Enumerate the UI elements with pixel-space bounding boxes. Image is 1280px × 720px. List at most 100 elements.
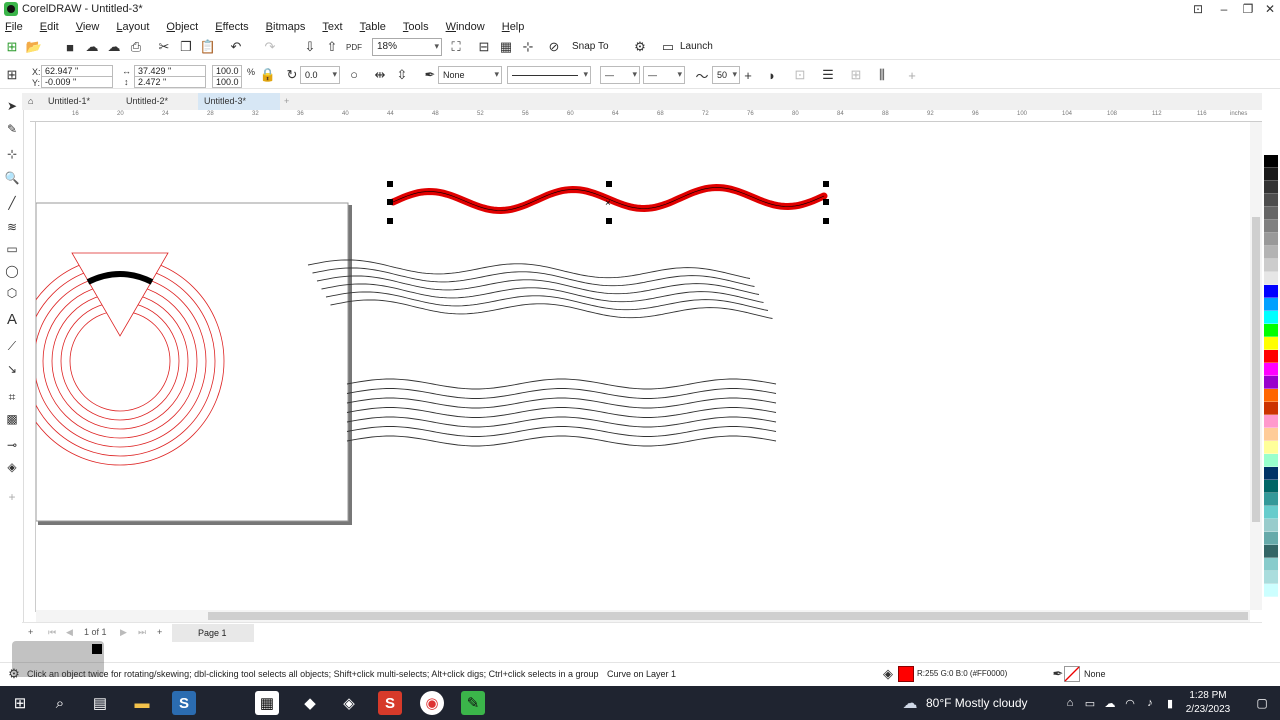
start-arrowhead-select[interactable]: —: [600, 66, 640, 84]
menu-help[interactable]: Help: [502, 21, 525, 33]
first-page-icon[interactable]: ⏮: [48, 627, 56, 638]
app-icon[interactable]: S: [378, 691, 402, 715]
tilted-wave-band[interactable]: [307, 259, 773, 319]
snap-to-dropdown[interactable]: Snap To: [572, 41, 609, 52]
palette-swatch[interactable]: [1264, 441, 1278, 454]
connector-tool-icon[interactable]: ↘: [4, 361, 20, 377]
palette-swatch[interactable]: [1264, 285, 1278, 298]
snap-off-icon[interactable]: ⊘: [546, 39, 562, 55]
menu-bitmaps[interactable]: Bitmaps: [266, 21, 306, 33]
home-tab-icon[interactable]: ⌂: [22, 93, 39, 110]
palette-swatch[interactable]: [1264, 233, 1278, 246]
palette-swatch[interactable]: [1264, 298, 1278, 311]
coreldraw-taskbar-icon[interactable]: ✎: [461, 691, 485, 715]
horizontal-ruler[interactable]: 16 20 24 28 32 36 40 44 48 52 56 60 64 6…: [30, 110, 1262, 122]
search-icon[interactable]: ⌕: [48, 691, 72, 715]
artistic-media-icon[interactable]: ≋: [4, 219, 20, 235]
end-arrowhead-select[interactable]: —: [643, 66, 685, 84]
palette-swatch[interactable]: [1264, 506, 1278, 519]
publish-pdf-icon[interactable]: PDF: [346, 39, 362, 55]
prev-page-icon[interactable]: ◀: [66, 627, 73, 638]
rectangle-tool-icon[interactable]: ▭: [4, 241, 20, 257]
color-palette[interactable]: [1264, 142, 1278, 662]
palette-swatch[interactable]: [1264, 545, 1278, 558]
full-screen-preview-icon[interactable]: ⛶: [448, 39, 464, 55]
polygon-tool-icon[interactable]: ⬡: [4, 285, 20, 301]
text-tool-icon[interactable]: A: [4, 311, 20, 328]
palette-swatch[interactable]: [1264, 142, 1278, 155]
palette-swatch[interactable]: [1264, 558, 1278, 571]
outline-pen-icon[interactable]: ✒: [422, 67, 438, 83]
palette-swatch[interactable]: [1264, 428, 1278, 441]
file-explorer-icon[interactable]: ▬: [130, 691, 154, 715]
reverse-direction-icon[interactable]: ⊡: [792, 67, 808, 83]
close-curve-icon[interactable]: ◗: [764, 67, 780, 83]
object-origin-icon[interactable]: ⊞: [4, 67, 20, 83]
menu-edit[interactable]: Edit: [40, 21, 59, 33]
menu-layout[interactable]: Layout: [116, 21, 149, 33]
zoom-tool-icon[interactable]: 🔍: [4, 170, 20, 186]
palette-swatch[interactable]: [1264, 220, 1278, 233]
scale-y-field[interactable]: 100.0: [212, 76, 242, 88]
vertical-ruler[interactable]: [24, 122, 36, 612]
no-outline-icon[interactable]: [1064, 666, 1080, 682]
cloud-upload-icon[interactable]: ☁: [84, 39, 100, 55]
curve-smoothing-field[interactable]: 50: [712, 66, 740, 84]
outline-width-select[interactable]: None: [438, 66, 502, 84]
paste-icon[interactable]: 📋: [200, 39, 216, 55]
cut-icon[interactable]: ✂: [156, 39, 172, 55]
menu-view[interactable]: View: [76, 21, 100, 33]
palette-swatch[interactable]: [1264, 207, 1278, 220]
open-icon[interactable]: 📂: [26, 39, 42, 55]
minimize-button[interactable]: –: [1212, 0, 1236, 18]
smoothing-plus-icon[interactable]: +: [740, 67, 756, 83]
palette-swatch[interactable]: [1264, 493, 1278, 506]
envelope-tool-icon[interactable]: ⌗: [4, 389, 20, 405]
app-icon[interactable]: ◆: [298, 691, 322, 715]
fill-color-swatch[interactable]: [898, 666, 914, 682]
save-icon[interactable]: ■: [62, 39, 78, 55]
palette-swatch[interactable]: [1264, 467, 1278, 480]
palette-swatch[interactable]: [1264, 259, 1278, 272]
transparency-tool-icon[interactable]: ▩: [4, 411, 20, 427]
menu-object[interactable]: Object: [166, 21, 198, 33]
ellipse-tool-icon[interactable]: ◯: [4, 263, 20, 279]
skype-icon[interactable]: S: [172, 691, 196, 715]
battery-icon[interactable]: ▮: [1158, 691, 1182, 715]
palette-swatch[interactable]: [1264, 155, 1278, 168]
palette-swatch[interactable]: [1264, 454, 1278, 467]
drawing-canvas[interactable]: ×: [36, 122, 1250, 610]
palette-swatch[interactable]: [1264, 584, 1278, 597]
screen-recorder-widget[interactable]: [12, 641, 104, 677]
restore-button[interactable]: ❐: [1236, 0, 1260, 18]
page-1-tab[interactable]: Page 1: [172, 624, 254, 642]
distribute-icon[interactable]: ⫼: [874, 67, 890, 83]
options-gear-icon[interactable]: ⚙: [632, 39, 648, 55]
tab-untitled-2[interactable]: Untitled-2*: [120, 93, 174, 110]
palette-swatch[interactable]: [1264, 571, 1278, 584]
lock-ratio-icon[interactable]: 🔒: [260, 67, 276, 83]
menu-tools[interactable]: Tools: [403, 21, 429, 33]
eyedropper-tool-icon[interactable]: ⊸: [4, 437, 20, 453]
notifications-icon[interactable]: ▢: [1250, 691, 1274, 715]
pick-tool-icon[interactable]: ➤: [4, 98, 20, 114]
vertical-scrollbar[interactable]: [1250, 122, 1262, 610]
app-icon[interactable]: ▦: [255, 691, 279, 715]
print-icon[interactable]: ⎙: [128, 39, 144, 55]
zoom-level-select[interactable]: 18%: [372, 38, 442, 56]
export-icon[interactable]: ⇧: [324, 39, 340, 55]
mirror-vertical-icon[interactable]: ⇳: [394, 67, 410, 83]
menu-effects[interactable]: Effects: [215, 21, 248, 33]
menu-window[interactable]: Window: [446, 21, 485, 33]
palette-swatch[interactable]: [1264, 337, 1278, 350]
system-clock[interactable]: 1:28 PM 2/23/2023: [1180, 689, 1236, 717]
rotate-icon[interactable]: ↻: [284, 67, 300, 83]
windows-start-icon[interactable]: ⊞: [8, 691, 32, 715]
tab-untitled-1[interactable]: Untitled-1*: [42, 93, 96, 110]
palette-swatch[interactable]: [1264, 246, 1278, 259]
menu-table[interactable]: Table: [360, 21, 386, 33]
undo-icon[interactable]: ↶: [228, 39, 244, 55]
menu-file[interactable]: File: [5, 21, 23, 33]
show-grid-icon[interactable]: ▦: [498, 39, 514, 55]
palette-swatch[interactable]: [1264, 168, 1278, 181]
